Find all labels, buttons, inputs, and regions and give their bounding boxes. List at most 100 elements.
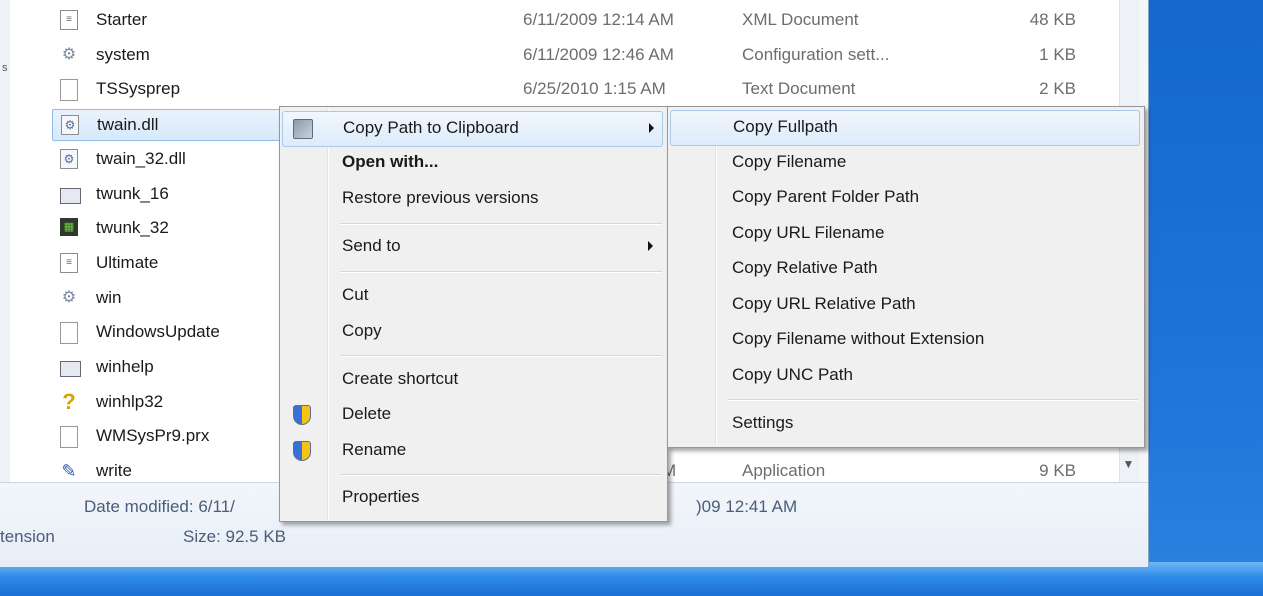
menu-item-open-with[interactable]: Open with... bbox=[282, 146, 663, 180]
nav-fragment: s bbox=[2, 62, 8, 74]
file-name: twunk_16 bbox=[96, 183, 169, 203]
text-file-icon bbox=[60, 79, 78, 102]
file-name: TSSysprep bbox=[96, 79, 181, 99]
menu-item-label: Create shortcut bbox=[342, 369, 459, 388]
menu-item-copy[interactable]: Copy bbox=[282, 315, 663, 349]
menu-item-label: Properties bbox=[342, 487, 420, 506]
file-type: Text Document bbox=[742, 79, 856, 99]
settings-file-icon: ⚙ bbox=[61, 45, 77, 63]
file-name: system bbox=[96, 44, 150, 64]
file-row[interactable]: ≡ Starter 6/11/2009 12:14 AM XML Document 48… bbox=[50, 4, 1116, 38]
uac-shield-icon bbox=[293, 441, 311, 461]
file-name-cell[interactable]: winhelp bbox=[52, 352, 284, 382]
file-name-cell[interactable]: twunk_16 bbox=[52, 179, 284, 209]
file-type: Application bbox=[742, 461, 826, 481]
menu-item-restore-previous-versions[interactable]: Restore previous versions bbox=[282, 182, 663, 216]
scroll-down-arrow-icon[interactable]: ▼ bbox=[1119, 446, 1138, 482]
detail-date-modified: Date modified: 6/11/ bbox=[84, 497, 235, 516]
submenu-item-copy-parent-folder-path[interactable]: Copy Parent Folder Path bbox=[670, 181, 1140, 215]
menu-item-properties[interactable]: Properties bbox=[282, 481, 663, 515]
file-name: twunk_32 bbox=[96, 218, 169, 238]
dll-file-icon: ⚙ bbox=[61, 115, 79, 136]
file-name: WMSysPr9.prx bbox=[96, 426, 210, 446]
text-file-icon bbox=[60, 322, 78, 345]
file-name: twain.dll bbox=[97, 115, 159, 135]
scanner-app-icon: ▦ bbox=[60, 218, 78, 237]
menu-item-label: Restore previous versions bbox=[342, 188, 539, 207]
submenu-item-copy-unc-path[interactable]: Copy UNC Path bbox=[670, 359, 1140, 393]
menu-item-label: Copy Parent Folder Path bbox=[732, 187, 920, 206]
menu-item-label: Send to bbox=[342, 236, 401, 255]
submenu-arrow-icon bbox=[648, 241, 653, 251]
menu-separator bbox=[340, 474, 662, 476]
file-name-cell[interactable]: ⚙ twain_32.dll bbox=[52, 144, 284, 174]
file-name: win bbox=[96, 287, 122, 307]
file-name-cell[interactable]: ⚙ win bbox=[52, 283, 284, 313]
detail-date-created: )09 12:41 AM bbox=[696, 497, 798, 516]
file-row[interactable]: ⚙ system 6/11/2009 12:46 AM Configuration s… bbox=[50, 39, 1116, 73]
file-date: 6/11/2009 12:14 AM bbox=[523, 10, 674, 29]
xml-file-icon: ≡ bbox=[60, 252, 78, 273]
file-type: Configuration sett... bbox=[742, 44, 890, 64]
menu-item-label: Copy Relative Path bbox=[732, 258, 878, 277]
app-window-icon bbox=[60, 361, 81, 377]
file-name: twain_32.dll bbox=[96, 148, 186, 168]
file-name: Starter bbox=[96, 10, 148, 29]
menu-item-copy-path[interactable]: Copy Path to Clipboard bbox=[282, 111, 663, 147]
menu-separator bbox=[340, 355, 662, 357]
file-row[interactable]: TSSysprep 6/25/2010 1:15 AM Text Document 2… bbox=[50, 73, 1116, 107]
submenu-item-copy-url-filename[interactable]: Copy URL Filename bbox=[670, 217, 1140, 251]
menu-item-label: Copy URL Filename bbox=[732, 223, 885, 242]
menu-item-label: Copy Filename without Extension bbox=[732, 329, 985, 348]
navigation-pane-edge: s bbox=[0, 0, 10, 482]
file-name-cell[interactable]: ⚙ twain.dll bbox=[52, 109, 286, 142]
menu-item-send-to[interactable]: Send to bbox=[282, 230, 663, 264]
menu-item-rename[interactable]: Rename bbox=[282, 434, 663, 468]
clipboard-icon bbox=[293, 119, 313, 139]
file-name-cell[interactable]: ⚙ system bbox=[52, 40, 284, 70]
submenu-item-copy-fullpath[interactable]: Copy Fullpath bbox=[670, 110, 1140, 146]
menu-item-label: Settings bbox=[732, 413, 794, 432]
menu-item-label: Copy bbox=[342, 321, 382, 340]
submenu-item-copy-filename[interactable]: Copy Filename bbox=[670, 146, 1140, 180]
menu-item-delete[interactable]: Delete bbox=[282, 398, 663, 432]
help-icon: ? bbox=[62, 388, 76, 414]
menu-item-label: Copy URL Relative Path bbox=[732, 294, 916, 313]
submenu-item-copy-url-relative-path[interactable]: Copy URL Relative Path bbox=[670, 288, 1140, 322]
detail-size: Size: 92.5 KB bbox=[183, 527, 287, 546]
menu-item-label: Cut bbox=[342, 285, 369, 304]
file-name-cell[interactable]: ▦ twunk_32 bbox=[52, 213, 284, 243]
file-name-cell[interactable]: TSSysprep bbox=[52, 74, 284, 104]
wordpad-icon: ✎ bbox=[61, 461, 77, 482]
file-type: XML Document bbox=[742, 10, 859, 29]
taskbar bbox=[0, 562, 1263, 596]
menu-item-label: Delete bbox=[342, 404, 392, 423]
submenu-item-settings[interactable]: Settings bbox=[670, 407, 1140, 441]
file-size: 1 KB bbox=[1039, 44, 1076, 64]
xml-file-icon: ≡ bbox=[60, 10, 78, 30]
menu-item-create-shortcut[interactable]: Create shortcut bbox=[282, 363, 663, 397]
submenu-item-copy-filename-without-extension[interactable]: Copy Filename without Extension bbox=[670, 323, 1140, 357]
file-name: winhelp bbox=[96, 357, 154, 376]
submenu-arrow-icon bbox=[649, 123, 654, 133]
menu-item-label: Copy Filename bbox=[732, 152, 847, 171]
text-file-icon bbox=[60, 426, 78, 449]
file-name-cell[interactable]: WMSysPr9.prx bbox=[52, 421, 284, 451]
menu-item-label: Rename bbox=[342, 440, 407, 459]
menu-separator bbox=[728, 399, 1138, 401]
menu-item-label: Copy Fullpath bbox=[733, 117, 838, 136]
menu-separator bbox=[340, 271, 662, 273]
file-name: Ultimate bbox=[96, 252, 159, 272]
file-name-cell[interactable]: ≡ Starter bbox=[52, 5, 284, 35]
menu-item-cut[interactable]: Cut bbox=[282, 279, 663, 313]
file-name-cell[interactable]: ≡ Ultimate bbox=[52, 248, 284, 278]
detail-type: tension bbox=[0, 527, 55, 546]
app-window-icon bbox=[60, 187, 81, 204]
menu-item-label: Open with... bbox=[342, 152, 439, 171]
file-size: 2 KB bbox=[1039, 79, 1076, 99]
file-name-cell[interactable]: WindowsUpdate bbox=[52, 317, 284, 347]
uac-shield-icon bbox=[293, 405, 311, 425]
submenu-item-copy-relative-path[interactable]: Copy Relative Path bbox=[670, 252, 1140, 286]
file-name-cell[interactable]: ? winhlp32 bbox=[52, 387, 284, 417]
file-date: 6/11/2009 12:46 AM bbox=[523, 44, 674, 64]
